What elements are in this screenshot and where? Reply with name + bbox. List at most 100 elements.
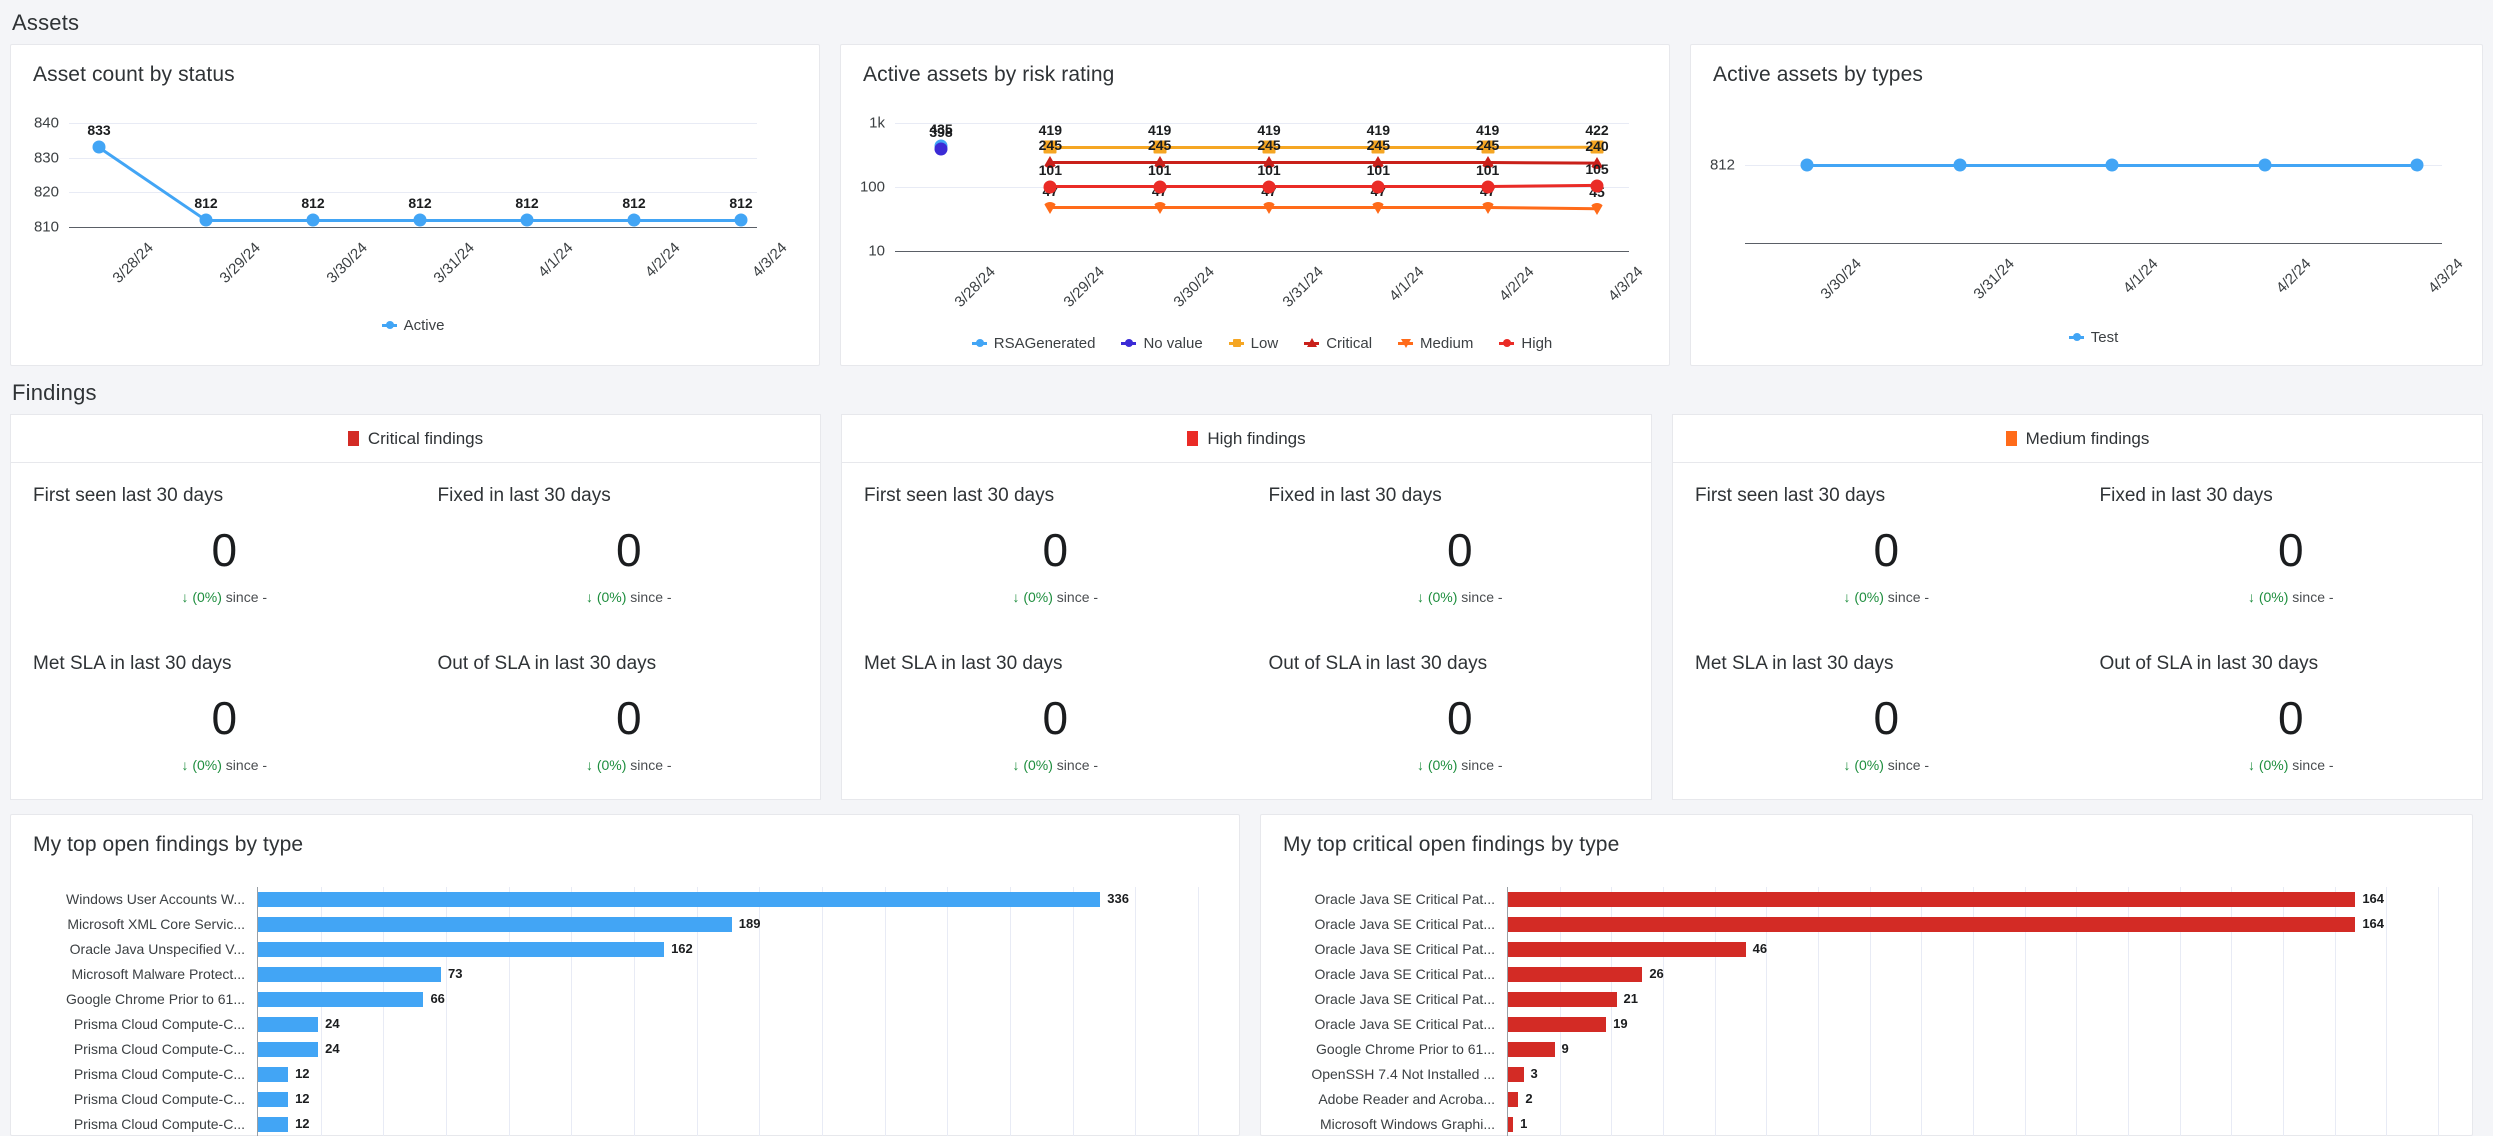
data-point[interactable] (1153, 180, 1167, 194)
data-point-label: 419 (1147, 122, 1172, 139)
bar[interactable] (258, 1017, 319, 1032)
bar[interactable] (1508, 1067, 1524, 1082)
legend-label: Critical (1326, 335, 1373, 352)
bar[interactable] (258, 892, 1101, 907)
bar-value-label: 24 (325, 1016, 340, 1031)
bar-row: 66 (258, 987, 1211, 1012)
chart-body: 810 820 830 840 3/28/24 3/29/24 3/30/24 3/31/24… (11, 87, 819, 335)
bar-row: 2 (1508, 1087, 2444, 1112)
data-point[interactable] (1043, 180, 1057, 194)
bar[interactable] (258, 992, 424, 1007)
category-label: Oracle Java SE Critical Pat... (1314, 941, 1495, 957)
bar[interactable] (1508, 892, 2356, 907)
legend-item-active[interactable]: Active (381, 317, 444, 334)
data-point-label: 419 (1475, 122, 1500, 139)
bar[interactable] (258, 1092, 289, 1107)
legend-label: No value (1143, 335, 1203, 352)
legend-item-high[interactable]: High (1499, 335, 1552, 352)
active-assets-by-types-chart[interactable]: 812 3/30/24 3/31/24 4/1/24 4/2/24 4/3/24 Test (1691, 87, 2482, 347)
data-point-label: 812 (408, 195, 432, 212)
data-point[interactable] (1262, 180, 1276, 194)
asset-count-by-status-chart[interactable]: 810 820 830 840 3/28/24 3/29/24 3/30/24 3/31/24… (11, 87, 819, 335)
legend-item-low[interactable]: Low (1228, 335, 1278, 352)
kpi-label: First seen last 30 days (1695, 485, 1886, 506)
kpi-label: Met SLA in last 30 days (33, 653, 232, 674)
kpi-delta-since: since - (1461, 589, 1503, 605)
data-point[interactable] (1800, 158, 1814, 172)
data-point[interactable] (199, 213, 213, 227)
data-point[interactable] (1043, 201, 1058, 214)
legend-item-critical[interactable]: Critical (1304, 335, 1372, 352)
data-point[interactable] (306, 213, 320, 227)
bar[interactable] (258, 942, 665, 957)
data-point[interactable] (1262, 201, 1276, 214)
data-point[interactable] (934, 142, 948, 156)
data-point[interactable] (627, 213, 641, 227)
kpi-delta: ↓ (0%) since - (864, 589, 1247, 605)
legend-item-rsagenerated[interactable]: RSAGenerated (971, 335, 1095, 352)
data-point[interactable] (734, 213, 748, 227)
chart-body: 10 100 1k 3/28/24 3/29/24 3/30/24 3/31/24 4/1/2… (841, 87, 1669, 353)
legend-item-no-value[interactable]: No value (1121, 335, 1203, 352)
bar[interactable] (1508, 942, 1746, 957)
active-assets-by-types-title: Active assets by types (1713, 63, 1923, 86)
data-point[interactable] (1481, 180, 1495, 194)
bar-row: 9 (1508, 1037, 2444, 1062)
kpi-trend-arrow-icon: ↓ (585, 589, 593, 605)
kpi-delta: ↓ (0%) since - (33, 757, 416, 773)
kpi-delta-percent: (0%) (192, 589, 222, 605)
line-segment (1378, 185, 1488, 189)
bar[interactable] (1508, 967, 1643, 982)
active-assets-by-risk-rating-chart[interactable]: 10 100 1k 3/28/24 3/29/24 3/30/24 3/31/24 4/1/2… (841, 87, 1669, 353)
bar-value-label: 164 (2362, 916, 2385, 931)
my-top-critical-open-findings-chart[interactable]: Oracle Java SE Critical Pat... Oracle Jav… (1261, 857, 2472, 1136)
data-point-label: 812 (194, 195, 218, 212)
category-label: Prisma Cloud Compute-C... (73, 1091, 245, 1107)
data-point[interactable] (1371, 180, 1385, 194)
kpi-critical-1: Fixed in last 30 days 0 ↓ (0%) since - (416, 463, 821, 631)
data-point[interactable] (1371, 201, 1386, 214)
legend-item-test[interactable]: Test (2068, 329, 2118, 346)
bar[interactable] (1508, 1092, 1519, 1107)
my-top-open-findings-chart[interactable]: Windows User Accounts W... Microsoft XML … (11, 857, 1239, 1136)
data-point[interactable] (2105, 158, 2119, 172)
kpi-delta-percent: (0%) (1023, 589, 1053, 605)
bar[interactable] (258, 967, 441, 982)
bar[interactable] (1508, 1042, 1555, 1057)
data-point[interactable] (1590, 203, 1604, 216)
bar[interactable] (258, 917, 732, 932)
kpi-label: Fixed in last 30 days (1268, 485, 1442, 506)
data-point[interactable] (1590, 179, 1604, 193)
bar[interactable] (258, 1067, 289, 1082)
bar-value-label: 12 (295, 1066, 310, 1081)
bar-row: 24 (258, 1037, 1211, 1062)
findings-card-header-label: Critical findings (367, 428, 484, 448)
data-point[interactable] (520, 213, 534, 227)
kpi-value: 0 (2277, 692, 2304, 744)
kpi-high-0: First seen last 30 days 0 ↓ (0%) since - (842, 463, 1247, 631)
data-point[interactable] (2258, 158, 2271, 172)
bar[interactable] (1508, 917, 2356, 932)
bar[interactable] (258, 1117, 289, 1132)
kpi-trend-arrow-icon: ↓ (1012, 589, 1020, 605)
kpi-high-2: Met SLA in last 30 days 0 ↓ (0%) since - (842, 631, 1247, 799)
bar[interactable] (1508, 1117, 1514, 1132)
bar-value-label: 24 (325, 1041, 340, 1056)
bar[interactable] (258, 1042, 319, 1057)
data-point[interactable] (1152, 201, 1167, 214)
bar-row: 73 (258, 962, 1211, 987)
data-point[interactable] (92, 140, 106, 154)
bar[interactable] (1508, 1017, 1607, 1032)
chart-legend: Test (1745, 329, 2442, 346)
data-point[interactable] (1953, 158, 1966, 172)
data-point[interactable] (413, 213, 427, 227)
kpi-delta-percent: (0%) (596, 589, 627, 605)
chart-body: 812 3/30/24 3/31/24 4/1/24 4/2/24 4/3/24 Test (1691, 87, 2482, 347)
line-segment (1378, 145, 1488, 149)
data-point[interactable] (1480, 201, 1495, 214)
data-point[interactable] (2410, 158, 2424, 172)
bar[interactable] (1508, 992, 1617, 1007)
kpi-trend-arrow-icon: ↓ (1843, 757, 1851, 773)
kpi-medium-1: Fixed in last 30 days 0 ↓ (0%) since - (2078, 463, 2483, 631)
legend-item-medium[interactable]: Medium (1398, 335, 1473, 352)
